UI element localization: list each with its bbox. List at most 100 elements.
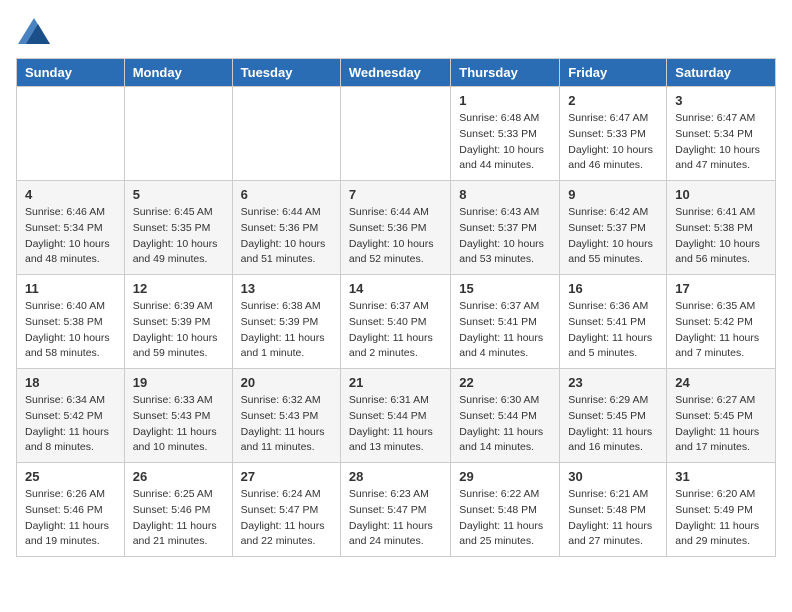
day-cell: 13 Sunrise: 6:38 AMSunset: 5:39 PMDayligh… (232, 275, 340, 369)
day-info: Sunrise: 6:47 AMSunset: 5:33 PMDaylight:… (568, 111, 658, 174)
day-cell: 9 Sunrise: 6:42 AMSunset: 5:37 PMDaylight… (560, 181, 667, 275)
day-info: Sunrise: 6:45 AMSunset: 5:35 PMDaylight:… (133, 205, 224, 268)
day-info: Sunrise: 6:48 AMSunset: 5:33 PMDaylight:… (459, 111, 551, 174)
day-number: 15 (459, 281, 551, 296)
week-row-4: 18 Sunrise: 6:34 AMSunset: 5:42 PMDayligh… (17, 369, 776, 463)
day-info: Sunrise: 6:38 AMSunset: 5:39 PMDaylight:… (241, 299, 332, 362)
day-cell: 2 Sunrise: 6:47 AMSunset: 5:33 PMDaylight… (560, 87, 667, 181)
day-info: Sunrise: 6:20 AMSunset: 5:49 PMDaylight:… (675, 487, 767, 550)
day-info: Sunrise: 6:23 AMSunset: 5:47 PMDaylight:… (349, 487, 442, 550)
day-info: Sunrise: 6:27 AMSunset: 5:45 PMDaylight:… (675, 393, 767, 456)
day-info: Sunrise: 6:40 AMSunset: 5:38 PMDaylight:… (25, 299, 116, 362)
day-number: 10 (675, 187, 767, 202)
day-cell: 6 Sunrise: 6:44 AMSunset: 5:36 PMDaylight… (232, 181, 340, 275)
weekday-header-wednesday: Wednesday (340, 59, 450, 87)
day-info: Sunrise: 6:47 AMSunset: 5:34 PMDaylight:… (675, 111, 767, 174)
weekday-header-saturday: Saturday (667, 59, 776, 87)
day-number: 5 (133, 187, 224, 202)
day-info: Sunrise: 6:25 AMSunset: 5:46 PMDaylight:… (133, 487, 224, 550)
day-cell: 10 Sunrise: 6:41 AMSunset: 5:38 PMDayligh… (667, 181, 776, 275)
day-number: 18 (25, 375, 116, 390)
day-info: Sunrise: 6:34 AMSunset: 5:42 PMDaylight:… (25, 393, 116, 456)
day-number: 12 (133, 281, 224, 296)
day-number: 8 (459, 187, 551, 202)
day-number: 16 (568, 281, 658, 296)
weekday-header-sunday: Sunday (17, 59, 125, 87)
day-info: Sunrise: 6:42 AMSunset: 5:37 PMDaylight:… (568, 205, 658, 268)
logo (16, 16, 56, 46)
week-row-5: 25 Sunrise: 6:26 AMSunset: 5:46 PMDayligh… (17, 463, 776, 557)
day-number: 21 (349, 375, 442, 390)
day-cell (340, 87, 450, 181)
day-cell: 18 Sunrise: 6:34 AMSunset: 5:42 PMDayligh… (17, 369, 125, 463)
day-number: 29 (459, 469, 551, 484)
day-cell: 27 Sunrise: 6:24 AMSunset: 5:47 PMDayligh… (232, 463, 340, 557)
day-number: 13 (241, 281, 332, 296)
day-number: 20 (241, 375, 332, 390)
day-cell (17, 87, 125, 181)
day-info: Sunrise: 6:21 AMSunset: 5:48 PMDaylight:… (568, 487, 658, 550)
calendar: SundayMondayTuesdayWednesdayThursdayFrid… (16, 58, 776, 557)
day-info: Sunrise: 6:29 AMSunset: 5:45 PMDaylight:… (568, 393, 658, 456)
day-number: 3 (675, 93, 767, 108)
day-info: Sunrise: 6:37 AMSunset: 5:41 PMDaylight:… (459, 299, 551, 362)
day-cell: 16 Sunrise: 6:36 AMSunset: 5:41 PMDayligh… (560, 275, 667, 369)
day-cell: 19 Sunrise: 6:33 AMSunset: 5:43 PMDayligh… (124, 369, 232, 463)
day-info: Sunrise: 6:30 AMSunset: 5:44 PMDaylight:… (459, 393, 551, 456)
day-info: Sunrise: 6:35 AMSunset: 5:42 PMDaylight:… (675, 299, 767, 362)
day-info: Sunrise: 6:44 AMSunset: 5:36 PMDaylight:… (349, 205, 442, 268)
day-number: 27 (241, 469, 332, 484)
day-number: 19 (133, 375, 224, 390)
day-info: Sunrise: 6:46 AMSunset: 5:34 PMDaylight:… (25, 205, 116, 268)
day-cell: 3 Sunrise: 6:47 AMSunset: 5:34 PMDaylight… (667, 87, 776, 181)
day-info: Sunrise: 6:33 AMSunset: 5:43 PMDaylight:… (133, 393, 224, 456)
day-info: Sunrise: 6:32 AMSunset: 5:43 PMDaylight:… (241, 393, 332, 456)
day-cell: 29 Sunrise: 6:22 AMSunset: 5:48 PMDayligh… (451, 463, 560, 557)
day-info: Sunrise: 6:24 AMSunset: 5:47 PMDaylight:… (241, 487, 332, 550)
weekday-header-thursday: Thursday (451, 59, 560, 87)
day-info: Sunrise: 6:22 AMSunset: 5:48 PMDaylight:… (459, 487, 551, 550)
day-cell: 20 Sunrise: 6:32 AMSunset: 5:43 PMDayligh… (232, 369, 340, 463)
day-cell: 5 Sunrise: 6:45 AMSunset: 5:35 PMDaylight… (124, 181, 232, 275)
day-number: 1 (459, 93, 551, 108)
day-number: 2 (568, 93, 658, 108)
week-row-2: 4 Sunrise: 6:46 AMSunset: 5:34 PMDaylight… (17, 181, 776, 275)
day-cell: 25 Sunrise: 6:26 AMSunset: 5:46 PMDayligh… (17, 463, 125, 557)
day-cell: 24Sunrise: 6:27 AMSunset: 5:45 PMDayligh… (667, 369, 776, 463)
day-number: 11 (25, 281, 116, 296)
day-number: 30 (568, 469, 658, 484)
day-number: 17 (675, 281, 767, 296)
day-cell (232, 87, 340, 181)
day-number: 9 (568, 187, 658, 202)
day-cell: 8Sunrise: 6:43 AMSunset: 5:37 PMDaylight… (451, 181, 560, 275)
day-number: 7 (349, 187, 442, 202)
day-info: Sunrise: 6:41 AMSunset: 5:38 PMDaylight:… (675, 205, 767, 268)
day-number: 4 (25, 187, 116, 202)
day-number: 31 (675, 469, 767, 484)
day-cell: 31 Sunrise: 6:20 AMSunset: 5:49 PMDayligh… (667, 463, 776, 557)
weekday-header-row: SundayMondayTuesdayWednesdayThursdayFrid… (17, 59, 776, 87)
day-cell: 12Sunrise: 6:39 AMSunset: 5:39 PMDayligh… (124, 275, 232, 369)
day-info: Sunrise: 6:44 AMSunset: 5:36 PMDaylight:… (241, 205, 332, 268)
day-cell: 23 Sunrise: 6:29 AMSunset: 5:45 PMDayligh… (560, 369, 667, 463)
day-info: Sunrise: 6:31 AMSunset: 5:44 PMDaylight:… (349, 393, 442, 456)
day-number: 22 (459, 375, 551, 390)
day-info: Sunrise: 6:36 AMSunset: 5:41 PMDaylight:… (568, 299, 658, 362)
day-info: Sunrise: 6:26 AMSunset: 5:46 PMDaylight:… (25, 487, 116, 550)
weekday-header-friday: Friday (560, 59, 667, 87)
day-info: Sunrise: 6:37 AMSunset: 5:40 PMDaylight:… (349, 299, 442, 362)
day-number: 25 (25, 469, 116, 484)
day-number: 6 (241, 187, 332, 202)
weekday-header-tuesday: Tuesday (232, 59, 340, 87)
day-number: 26 (133, 469, 224, 484)
day-number: 14 (349, 281, 442, 296)
day-number: 23 (568, 375, 658, 390)
day-number: 28 (349, 469, 442, 484)
day-cell: 26 Sunrise: 6:25 AMSunset: 5:46 PMDayligh… (124, 463, 232, 557)
day-cell: 14 Sunrise: 6:37 AMSunset: 5:40 PMDayligh… (340, 275, 450, 369)
logo-icon (16, 16, 52, 46)
week-row-1: 1 Sunrise: 6:48 AMSunset: 5:33 PMDaylight… (17, 87, 776, 181)
day-cell: 21 Sunrise: 6:31 AMSunset: 5:44 PMDayligh… (340, 369, 450, 463)
day-cell: 28 Sunrise: 6:23 AMSunset: 5:47 PMDayligh… (340, 463, 450, 557)
day-cell: 1 Sunrise: 6:48 AMSunset: 5:33 PMDaylight… (451, 87, 560, 181)
